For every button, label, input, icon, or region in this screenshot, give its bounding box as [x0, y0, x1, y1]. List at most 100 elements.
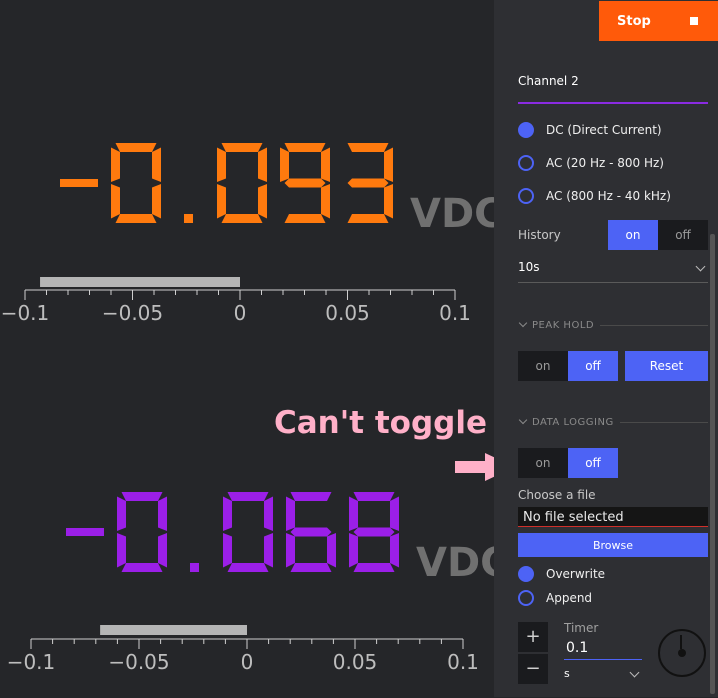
digit-segment — [384, 184, 393, 219]
stop-icon — [690, 17, 698, 25]
level-bar — [100, 625, 248, 635]
tick-label: −0.05 — [102, 301, 163, 325]
peak-hold-toggle[interactable]: on off — [518, 351, 618, 381]
digit-segment — [121, 563, 163, 572]
digit-segment — [321, 184, 330, 219]
tick-label: −0.05 — [108, 650, 169, 674]
digit-segment — [115, 143, 157, 152]
digit-segment — [290, 527, 332, 537]
timer-unit-select[interactable]: s — [564, 667, 642, 685]
digit-segment — [223, 496, 232, 531]
annotation-text: Can't toggle — [274, 405, 487, 441]
channel-title: Channel 2 — [518, 74, 579, 88]
history-off-button[interactable]: off — [658, 220, 708, 250]
file-field[interactable]: No file selected — [518, 507, 708, 527]
reset-button[interactable]: Reset — [625, 351, 708, 381]
data-logging-section[interactable]: DATA LOGGING — [518, 415, 708, 429]
unit-label: VDC — [416, 540, 494, 586]
tick-label: 0.05 — [333, 650, 378, 674]
digit-segment — [221, 143, 263, 152]
choose-file-label: Choose a file — [518, 488, 596, 502]
knob-center — [678, 649, 686, 657]
digit-segment — [227, 492, 269, 501]
decimal-point — [190, 563, 199, 572]
mode-ac-low-option[interactable]: AC (20 Hz - 800 Hz) — [518, 152, 664, 174]
timer-label: Timer — [564, 621, 599, 635]
timer-knob[interactable] — [658, 629, 706, 677]
digit-segment — [327, 533, 336, 568]
section-divider — [600, 324, 708, 326]
digit-segment — [258, 147, 267, 182]
digit-segment — [111, 147, 120, 182]
digit-segment — [347, 214, 389, 223]
digit-segment — [284, 214, 326, 223]
radio-icon[interactable] — [518, 155, 534, 171]
digit-segment — [115, 214, 157, 223]
tick-label: 0.1 — [447, 650, 479, 674]
channel-underline — [518, 102, 708, 104]
digit-segment — [264, 533, 273, 568]
radio-icon[interactable] — [518, 566, 534, 582]
digit-segment — [353, 563, 395, 572]
digit-segment — [353, 527, 395, 537]
decimal-point — [184, 214, 193, 223]
digit-segment — [390, 496, 399, 531]
digit-segment — [290, 492, 332, 501]
digit-segment — [347, 143, 389, 152]
peak-hold-title: PEAK HOLD — [532, 319, 595, 331]
primary-readout: VDC — [60, 143, 494, 237]
minus-segment — [60, 179, 98, 187]
digit-segment — [217, 184, 226, 219]
history-duration-select[interactable]: 10s — [518, 256, 708, 283]
mode-dc-option[interactable]: DC (Direct Current) — [518, 119, 662, 141]
stop-label: Stop — [617, 13, 651, 29]
digit-segment — [280, 147, 289, 182]
radio-icon[interactable] — [518, 188, 534, 204]
digit-segment — [349, 496, 358, 531]
digit-segment — [117, 533, 126, 568]
append-label: Append — [546, 591, 593, 605]
timer-input[interactable] — [564, 636, 642, 660]
peak-hold-section[interactable]: PEAK HOLD — [518, 318, 708, 332]
chevron-down-icon — [629, 667, 640, 678]
radio-icon[interactable] — [518, 590, 534, 606]
history-label: History — [518, 228, 561, 242]
append-option[interactable]: Append — [518, 587, 592, 609]
history-on-button[interactable]: on — [608, 220, 658, 250]
timer-increment-button[interactable]: + — [518, 622, 548, 652]
mode-ac-high-option[interactable]: AC (800 Hz - 40 kHz) — [518, 185, 671, 207]
digit-segment — [111, 184, 120, 219]
stop-button[interactable]: Stop — [599, 1, 718, 41]
digit-segment — [384, 147, 393, 182]
digit-segment — [152, 147, 161, 182]
digit-segment — [121, 492, 163, 501]
digit-segment — [264, 496, 273, 531]
data-logging-toggle[interactable]: on off — [518, 448, 618, 478]
overwrite-option[interactable]: Overwrite — [518, 563, 605, 585]
browse-button[interactable]: Browse — [518, 533, 708, 557]
digit-segment — [258, 184, 267, 219]
peak-hold-off-button[interactable]: off — [568, 351, 618, 381]
digit-segment — [353, 492, 395, 501]
data-logging-off-button[interactable]: off — [568, 448, 618, 478]
digit-segment — [221, 214, 263, 223]
digit-segment — [158, 533, 167, 568]
digit-segment — [217, 147, 226, 182]
timer-unit-value: s — [564, 667, 570, 680]
tick-label: −0.1 — [7, 650, 56, 674]
timer-decrement-button[interactable]: − — [518, 654, 548, 684]
tick-label: −0.1 — [1, 301, 50, 325]
digit-segment — [284, 143, 326, 152]
data-logging-on-button[interactable]: on — [518, 448, 568, 478]
digit-segment — [227, 563, 269, 572]
panel-scrollbar[interactable] — [710, 234, 715, 694]
section-divider — [619, 421, 708, 423]
minus-segment — [66, 528, 104, 536]
peak-hold-on-button[interactable]: on — [518, 351, 568, 381]
digit-segment — [390, 533, 399, 568]
radio-icon[interactable] — [518, 122, 534, 138]
digit-segment — [347, 178, 389, 188]
control-panel: Stop Channel 2 DC (Direct Current) AC (2… — [494, 0, 718, 697]
tick-label: 0 — [241, 650, 254, 674]
history-toggle[interactable]: on off — [608, 220, 708, 250]
